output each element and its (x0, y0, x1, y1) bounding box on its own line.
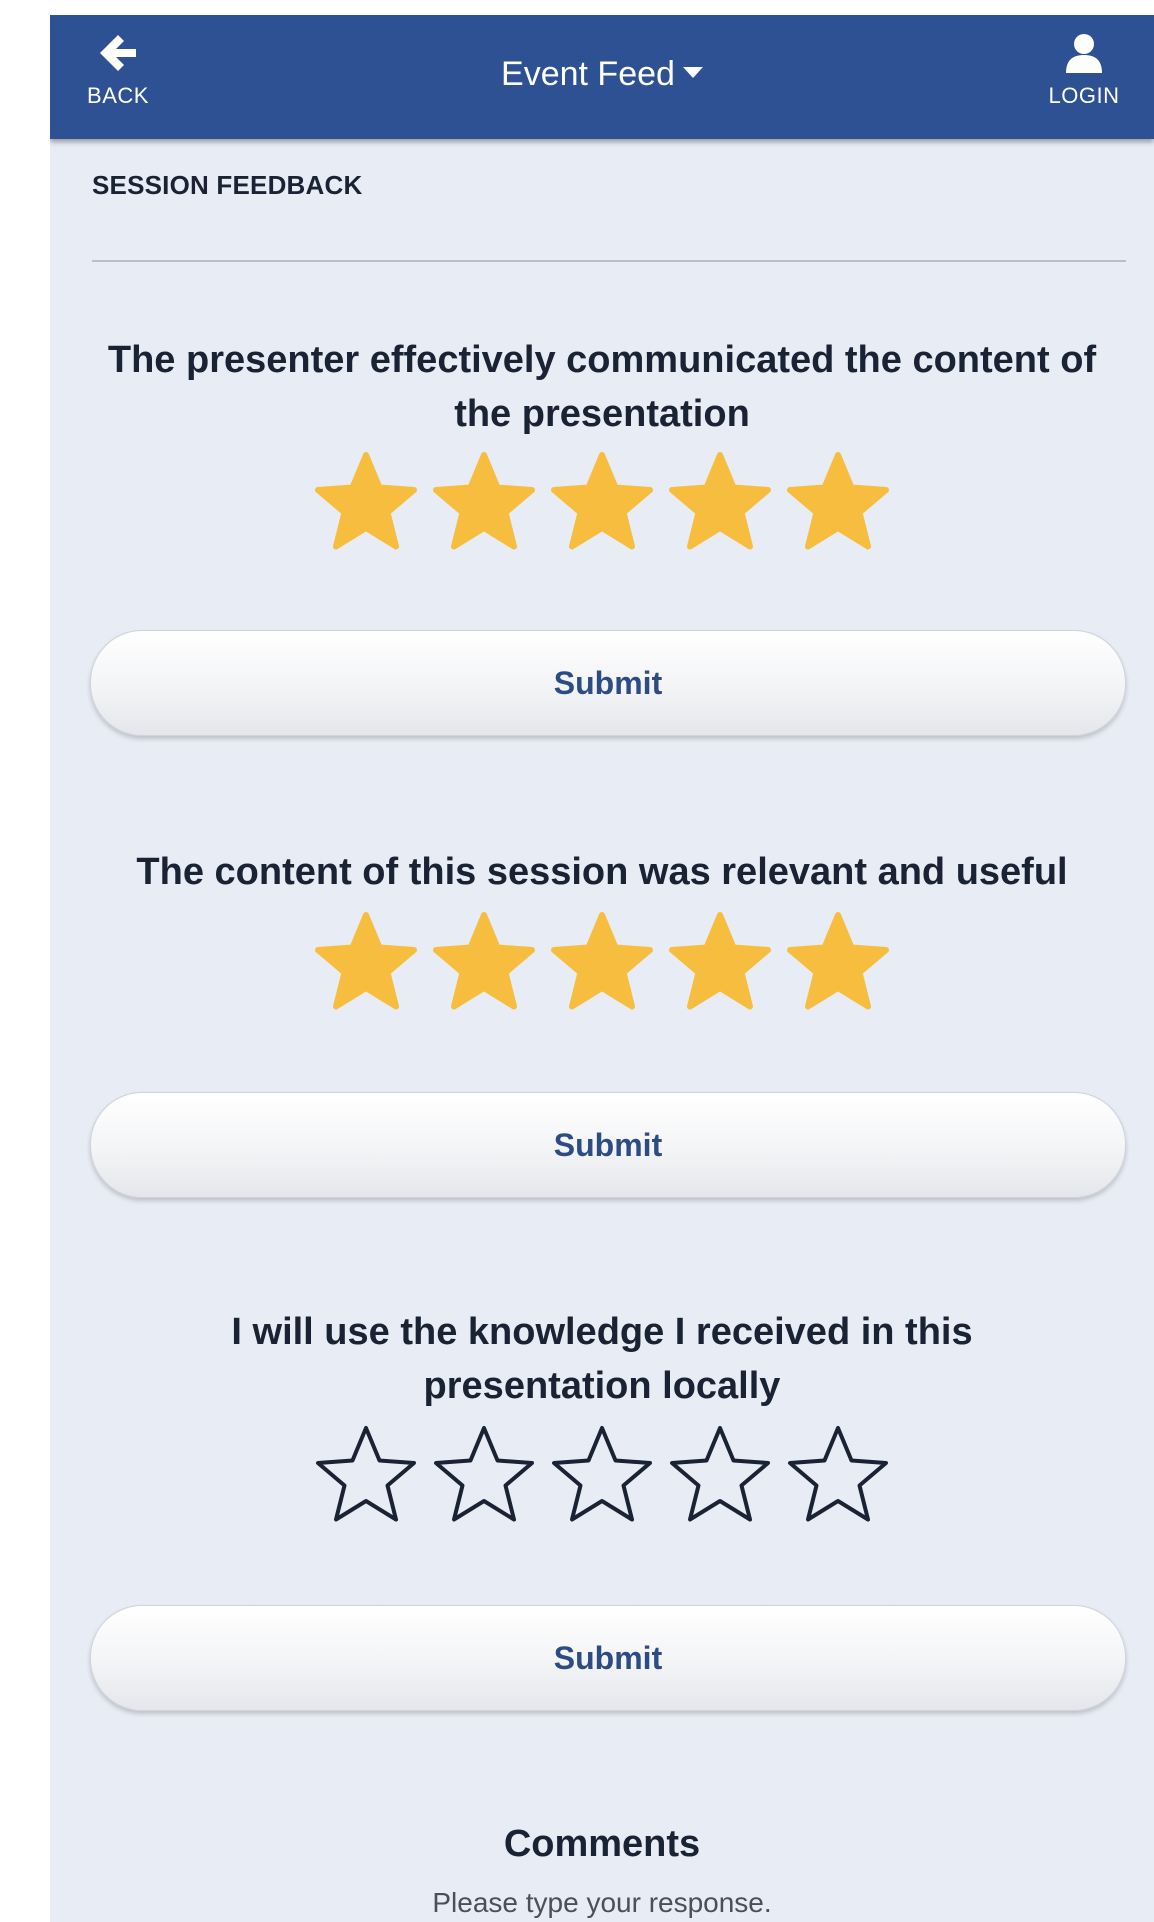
event-feed-dropdown[interactable]: Event Feed (50, 55, 1154, 94)
star-filled-icon[interactable] (783, 447, 893, 557)
rating-stars-1 (50, 447, 1154, 557)
section-title: SESSION FEEDBACK (92, 170, 363, 200)
top-navigation-bar: BACK Event Feed LOGIN (50, 15, 1154, 139)
star-filled-icon[interactable] (311, 907, 421, 1017)
star-filled-icon[interactable] (547, 907, 657, 1017)
star-filled-icon[interactable] (665, 447, 775, 557)
page-title: Event Feed (501, 55, 675, 93)
star-filled-icon[interactable] (311, 447, 421, 557)
login-button[interactable]: LOGIN (1034, 25, 1134, 129)
star-outline-icon[interactable] (783, 1420, 893, 1530)
star-outline-icon[interactable] (547, 1420, 657, 1530)
login-label: LOGIN (1048, 83, 1120, 108)
star-filled-icon[interactable] (547, 447, 657, 557)
user-icon (1066, 34, 1102, 73)
star-outline-icon[interactable] (665, 1420, 775, 1530)
star-outline-icon[interactable] (311, 1420, 421, 1530)
question-1-text: The presenter effectively communicated t… (107, 339, 1097, 435)
comments-title: Comments (503, 1823, 701, 1865)
question-2-text: The content of this session was relevant… (136, 851, 1068, 893)
divider (92, 260, 1126, 262)
star-filled-icon[interactable] (429, 447, 539, 557)
rating-stars-3 (50, 1420, 1154, 1530)
star-outline-icon[interactable] (429, 1420, 539, 1530)
comments-input[interactable]: Please type your response. (50, 1887, 1154, 1919)
rating-stars-2 (50, 907, 1154, 1017)
question-3-text: I will use the knowledge I received in t… (231, 1311, 973, 1407)
star-filled-icon[interactable] (665, 907, 775, 1017)
submit-button-2[interactable]: Submit (90, 1092, 1126, 1198)
app-screen: BACK Event Feed LOGIN SESSION FEEDBACK T… (50, 15, 1154, 1922)
star-filled-icon[interactable] (783, 907, 893, 1017)
submit-button-3[interactable]: Submit (90, 1605, 1126, 1711)
caret-down-icon (682, 66, 703, 78)
submit-button-1[interactable]: Submit (90, 630, 1126, 736)
star-filled-icon[interactable] (429, 907, 539, 1017)
